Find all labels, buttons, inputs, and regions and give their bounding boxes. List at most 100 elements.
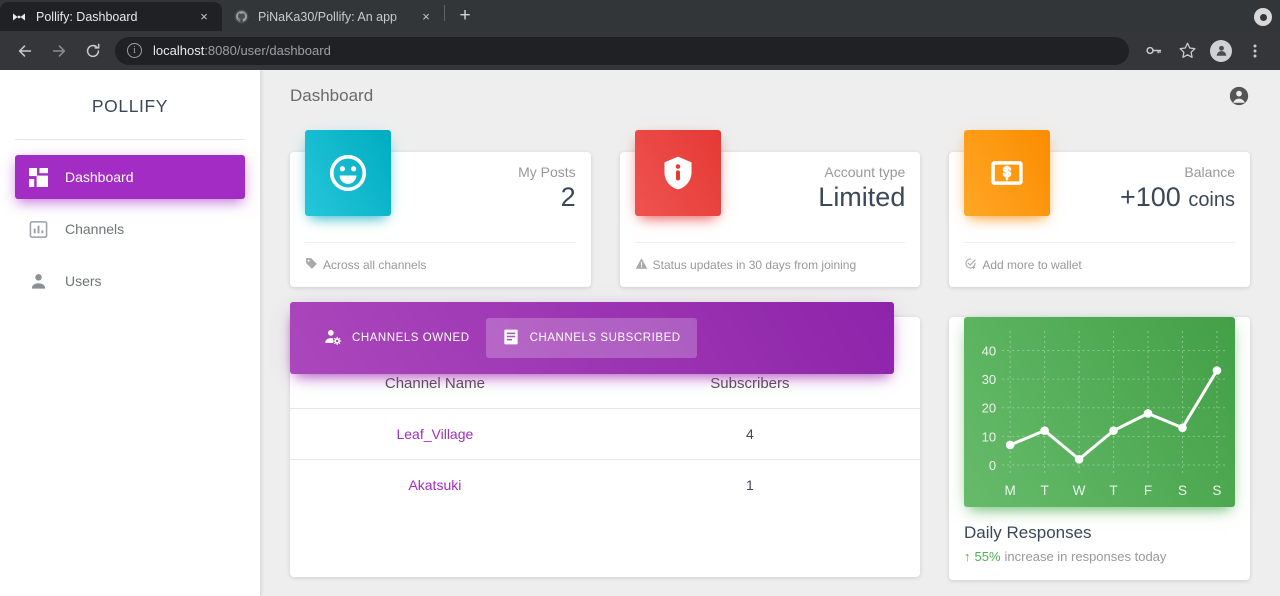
main-content: Dashboard My Posts 2 Across all channels…	[260, 70, 1280, 596]
dashboard-grid-icon	[29, 167, 59, 187]
github-icon	[233, 9, 249, 25]
stat-card-label: Balance	[1184, 164, 1236, 180]
stat-card-text: Account type Limited	[721, 152, 906, 212]
stat-card-head: My Posts 2	[305, 130, 576, 242]
new-tab-button[interactable]: +	[451, 2, 479, 30]
stat-card-value: +100 coins	[1060, 182, 1235, 212]
subscriber-count: 1	[579, 459, 920, 510]
svg-text:0: 0	[989, 458, 996, 473]
site-info-icon[interactable]: i	[127, 43, 142, 58]
back-arrow-icon[interactable]	[11, 37, 39, 65]
chart-subtitle: ↑ 55% increase in responses today	[964, 549, 1235, 564]
channels-table: Channel Name Subscribers Leaf_Village 4	[290, 361, 920, 510]
browser-tab-0[interactable]: Pollify: Dashboard ×	[0, 2, 222, 31]
stat-card-value: Limited	[731, 182, 906, 212]
pollify-bowtie-icon	[11, 9, 27, 25]
svg-text:20: 20	[982, 401, 997, 416]
account-circle-icon[interactable]	[1228, 85, 1250, 107]
stat-card-head: Balance +100 coins	[964, 130, 1236, 242]
person-icon	[29, 272, 59, 291]
list-document-icon	[502, 328, 530, 349]
table-body: Leaf_Village 4 Akatsuki 1	[290, 408, 920, 510]
profile-avatar-icon[interactable]	[1210, 39, 1232, 62]
forward-arrow-icon[interactable]	[45, 37, 73, 65]
stat-card-footer: Add more to wallet	[964, 243, 1235, 287]
sidebar-item-users[interactable]: Users	[15, 259, 245, 303]
stat-card-my-posts: My Posts 2 Across all channels	[290, 130, 591, 287]
money-bill-icon	[964, 130, 1051, 216]
bar-chart-icon	[29, 220, 59, 239]
url-host: localhost	[153, 43, 205, 58]
tab-channels-owned[interactable]: CHANNELS OWNED	[308, 318, 486, 358]
browser-tab-title: Pollify: Dashboard	[36, 9, 138, 24]
sidebar-item-label: Users	[65, 273, 102, 289]
svg-text:S: S	[1178, 483, 1187, 498]
tab-close-icon[interactable]: ×	[195, 8, 213, 26]
svg-text:T: T	[1109, 483, 1117, 498]
tab-close-icon[interactable]: ×	[417, 8, 435, 26]
line-chart-svg: 0 10 20 30 40 M T W T F S S	[982, 331, 1225, 498]
browser-window: Pollify: Dashboard × PiNaKa30/Pollify: A…	[0, 0, 1280, 596]
shield-info-icon	[634, 130, 721, 216]
stat-card-balance: Balance +100 coins Add more to wallet	[949, 130, 1251, 287]
browser-tab-1[interactable]: PiNaKa30/Pollify: An app ×	[222, 2, 444, 31]
address-bar-url: localhost:8080/user/dashboard	[153, 43, 331, 58]
svg-text:F: F	[1144, 483, 1152, 498]
app-brand: POLLIFY	[91, 96, 169, 116]
sidebar-item-dashboard[interactable]: Dashboard	[15, 155, 245, 199]
stat-card-text: My Posts 2	[391, 152, 576, 212]
key-icon[interactable]	[1139, 37, 1167, 65]
stat-card-account-type: Account type Limited Status updates in 3…	[619, 130, 921, 287]
stat-card-footer-text: Status updates in 30 days from joining	[652, 258, 857, 272]
tag-icon	[305, 257, 323, 273]
stat-card-footer-text: Across all channels	[323, 258, 427, 272]
stat-value-number: Limited	[818, 182, 906, 212]
daily-responses-chart: 0 10 20 30 40 M T W T F S S	[964, 317, 1235, 507]
daily-responses-card: 0 10 20 30 40 M T W T F S S Daily Responses ↑ 55% i…	[949, 317, 1250, 580]
sidebar-item-label: Dashboard	[65, 169, 134, 185]
trend-percent: 55%	[974, 549, 1001, 564]
stat-card-head: Account type Limited	[634, 130, 906, 242]
address-bar[interactable]: i localhost:8080/user/dashboard	[115, 36, 1129, 65]
browser-tabstrip: Pollify: Dashboard × PiNaKa30/Pollify: A…	[0, 0, 1280, 31]
tab-channels-subscribed[interactable]: CHANNELS SUBSCRIBED	[485, 318, 697, 358]
svg-text:S: S	[1212, 483, 1221, 498]
stat-card-value: 2	[401, 182, 576, 212]
window-controls	[1254, 8, 1280, 31]
chart-title: Daily Responses	[964, 523, 1092, 542]
browser-tab-title: PiNaKa30/Pollify: An app	[258, 9, 397, 24]
channel-name-link[interactable]: Leaf_Village	[290, 408, 580, 460]
table-row[interactable]: Leaf_Village 4	[290, 408, 920, 460]
add-check-icon	[964, 257, 982, 273]
sidebar-item-channels[interactable]: Channels	[15, 207, 245, 251]
reload-icon[interactable]	[79, 37, 107, 65]
channels-panel: CHANNELS OWNED CHANNELS SUBSCRIBED Chann…	[290, 302, 920, 577]
svg-text:30: 30	[982, 372, 997, 387]
person-gear-icon	[324, 328, 352, 349]
sidebar-item-label: Channels	[65, 221, 125, 237]
svg-text:M: M	[1005, 483, 1016, 498]
svg-text:T: T	[1040, 483, 1048, 498]
svg-text:W: W	[1073, 483, 1086, 498]
trend-text: increase in responses today	[1004, 549, 1167, 564]
stat-value-number: 2	[560, 182, 576, 212]
stat-card-footer-text: Add more to wallet	[982, 258, 1082, 272]
tab-label: CHANNELS OWNED	[352, 332, 470, 344]
three-dot-menu-icon[interactable]	[1241, 37, 1269, 65]
star-icon[interactable]	[1173, 37, 1201, 65]
tab-separator	[444, 4, 445, 21]
window-close-icon[interactable]	[1254, 8, 1272, 26]
channel-name-link[interactable]: Akatsuki	[290, 459, 580, 510]
page-viewport: POLLIFY Dashboard Channels Users Dashboa…	[0, 70, 1280, 596]
url-path: :8080/user/dashboard	[204, 43, 331, 58]
daily-responses-panel: 0 10 20 30 40 M T W T F S S Daily Responses ↑ 55% i…	[949, 317, 1250, 580]
stat-card-label: Account type	[824, 164, 906, 180]
subscriber-count: 4	[579, 408, 920, 460]
trend-up-arrow-icon: ↑	[964, 549, 971, 564]
lower-row: CHANNELS OWNED CHANNELS SUBSCRIBED Chann…	[290, 302, 1250, 580]
warning-triangle-icon	[635, 257, 653, 273]
sidebar: POLLIFY Dashboard Channels Users	[0, 70, 260, 596]
table-row[interactable]: Akatsuki 1	[290, 459, 920, 510]
channels-tab-header: CHANNELS OWNED CHANNELS SUBSCRIBED	[290, 302, 894, 374]
browser-toolbar: i localhost:8080/user/dashboard	[0, 31, 1280, 70]
